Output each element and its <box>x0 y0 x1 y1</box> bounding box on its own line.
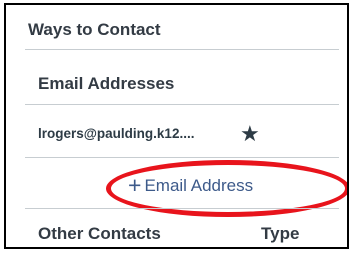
plus-icon: + <box>128 172 142 198</box>
star-icon[interactable]: ★ <box>240 122 260 146</box>
add-email-address-label: Email Address <box>144 176 254 195</box>
divider <box>25 104 339 105</box>
email-address-row[interactable]: lrogers@paulding.k12.... ★ <box>38 122 328 148</box>
other-contacts-heading: Other Contacts <box>38 224 161 243</box>
type-column-header: Type <box>261 224 300 243</box>
email-address-text[interactable]: lrogers@paulding.k12.... <box>38 126 194 141</box>
ways-to-contact-title: Ways to Contact <box>28 20 161 39</box>
add-email-address-link[interactable]: + Email Address <box>128 172 253 199</box>
divider <box>25 208 339 209</box>
email-addresses-heading: Email Addresses <box>38 74 175 93</box>
divider <box>25 49 339 50</box>
ways-to-contact-panel: Ways to Contact Email Addresses lrogers@… <box>4 3 349 249</box>
divider <box>25 157 339 158</box>
